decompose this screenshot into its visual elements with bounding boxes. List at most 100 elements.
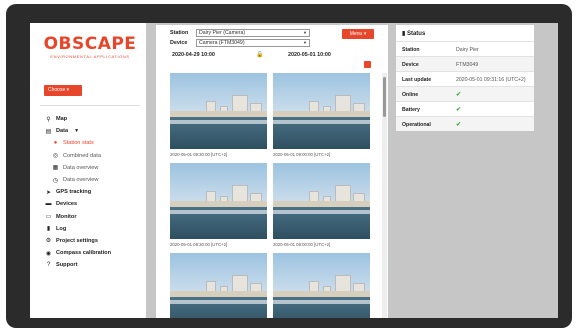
check-icon: ✔ — [456, 92, 462, 98]
logo-tagline: ENVIRONMENTAL APPLICATIONS — [50, 54, 130, 59]
thumbnail[interactable]: 2020-05-01 09:00:00 [UTC+2] — [273, 73, 370, 157]
status-row-battery: Battery ✔ — [396, 101, 534, 116]
sidebar-item-map[interactable]: ⚲ Map — [44, 113, 144, 125]
status-value: 2020-05-01 09:31:16 (UTC+2) — [456, 77, 526, 83]
camera-image[interactable] — [273, 73, 370, 149]
book-icon: ▮ — [46, 226, 51, 233]
thumbnail[interactable]: 2020-05-01 08:00:00 [UTC+2] — [273, 163, 370, 247]
sidebar-item-label: Devices — [56, 201, 78, 208]
sidebar-item-combined-data[interactable]: ◎ Combined data — [44, 150, 144, 162]
monitor-icon: ▭ — [45, 214, 52, 221]
sidebar-item-project-settings[interactable]: ⚙ Project settings — [44, 235, 144, 247]
logo-wordmark: OBSCAPE — [43, 34, 137, 54]
sidebar-item-support[interactable]: ? Support — [44, 259, 144, 271]
location-arrow-icon: ➤ — [45, 189, 52, 196]
status-panel: ▮ Status Station Dairy Pier Device FTM3049 L… — [396, 25, 534, 131]
surf — [170, 300, 267, 305]
surf — [273, 210, 370, 215]
station-select[interactable]: Dairy Pier (Camera) ▼ — [196, 29, 310, 37]
sidebar-item-data[interactable]: ▤ Data ▼ — [44, 125, 144, 137]
check-icon: ✔ — [456, 122, 462, 128]
chevron-down-icon: ▼ — [303, 40, 307, 45]
thumbnail-caption: 2020-05-01 09:00:00 [UTC+2] — [273, 152, 331, 157]
status-row-online: Online ✔ — [396, 86, 534, 101]
thumbnail-caption: 2020-05-01 08:30:00 [UTC+2] — [170, 242, 228, 247]
sidebar-item-label: Monitor — [56, 213, 77, 220]
surf — [170, 210, 267, 215]
date-to[interactable]: 2020-05-01 10:00 — [288, 52, 331, 58]
sidebar-item-data-overview[interactable]: ▦ Data overview — [44, 162, 144, 174]
status-row-device: Device FTM3049 — [396, 56, 534, 71]
sidebar-item-gps-tracking[interactable]: ➤ GPS tracking — [44, 186, 144, 198]
app-screen: OBSCAPE ENVIRONMENTAL APPLICATIONS Choos… — [30, 23, 558, 318]
camera-image[interactable] — [273, 253, 370, 318]
status-row-station: Station Dairy Pier — [396, 41, 534, 56]
sidebar-item-label: Support — [56, 262, 78, 269]
station-label: Station — [170, 30, 189, 36]
sidebar-item-station-stats[interactable]: ● Station stats — [44, 137, 144, 149]
gear-icon: ⚙ — [45, 238, 52, 245]
thumbnail[interactable]: 2020-05-01 09:30:00 [UTC+2] — [170, 73, 267, 157]
lock-icon[interactable]: 🔒 — [256, 51, 263, 58]
chart-icon: ▤ — [45, 128, 52, 135]
camera-image[interactable] — [170, 73, 267, 149]
scrollbar-thumb[interactable] — [383, 77, 386, 117]
caret-down-icon: ▼ — [74, 128, 80, 135]
scrollbar[interactable] — [382, 73, 387, 318]
device-frame: OBSCAPE ENVIRONMENTAL APPLICATIONS Choos… — [6, 4, 572, 328]
thumbnail-caption: 2020-05-01 09:30:00 [UTC+2] — [170, 152, 228, 157]
sidebar-item-compass-calibration[interactable]: ◉ Compass calibration — [44, 247, 144, 259]
help-icon: ? — [46, 262, 51, 269]
status-key: Online — [402, 92, 419, 98]
pin-icon: ● — [53, 140, 58, 147]
status-row-operational: Operational ✔ — [396, 116, 534, 131]
map-marker-icon: ⚲ — [46, 116, 51, 123]
sidebar-item-devices[interactable]: ▬ Devices — [44, 198, 144, 210]
device-label: Device — [170, 40, 188, 46]
sidebar-item-label: GPS tracking — [56, 189, 92, 196]
sidebar-item-label: Log — [56, 225, 67, 232]
status-key: Operational — [402, 122, 431, 128]
thumbnail-caption: 2020-05-01 08:00:00 [UTC+2] — [273, 242, 331, 247]
choose-project-button[interactable]: Choose ▾ — [44, 85, 82, 96]
sidebar-item-label: Combined data — [63, 152, 101, 159]
check-icon: ✔ — [456, 107, 462, 113]
chevron-down-icon: ▼ — [303, 30, 307, 35]
sidebar-item-label: Data overview — [63, 177, 99, 184]
sidebar-item-log[interactable]: ▮ Log — [44, 223, 144, 235]
thumbnail[interactable]: 2020-05-01 08:30:00 [UTC+2] — [170, 163, 267, 247]
status-title: ▮ Status — [402, 31, 426, 37]
camera-image[interactable] — [170, 163, 267, 239]
clock-icon: ◷ — [52, 177, 59, 184]
device-select[interactable]: Camera (FTM3049) ▼ — [196, 39, 310, 47]
sidebar-item-data-overview[interactable]: ◷ Data overview — [44, 174, 144, 186]
status-row-last-update: Last update 2020-05-01 09:31:16 (UTC+2) — [396, 71, 534, 86]
sidebar-item-label: Data — [56, 128, 69, 135]
status-key: Battery — [402, 107, 420, 113]
status-key: Last update — [402, 77, 432, 83]
devices-icon: ▬ — [45, 201, 52, 208]
camera-image[interactable] — [170, 253, 267, 318]
surf — [170, 120, 267, 125]
circle-icon: ◎ — [52, 153, 59, 160]
camera-image[interactable] — [273, 163, 370, 239]
sidebar-divider — [40, 105, 140, 106]
menu-button[interactable]: Menu ▾ — [342, 29, 374, 39]
refresh-button[interactable] — [364, 61, 371, 68]
status-value: Dairy Pier — [456, 47, 479, 53]
sidebar-item-label: Data overview — [63, 164, 99, 171]
sidebar-item-label: Project settings — [56, 237, 98, 244]
sidebar-item-label: Map — [56, 116, 68, 123]
sidebar: OBSCAPE ENVIRONMENTAL APPLICATIONS Choos… — [30, 23, 146, 318]
thumbnail[interactable] — [273, 253, 370, 318]
sidebar-item-label: Compass calibration — [56, 250, 112, 257]
date-from[interactable]: 2020-04-29 10:00 — [172, 52, 215, 58]
surf — [273, 300, 370, 305]
status-value: FTM3049 — [456, 62, 479, 68]
sidebar-item-monitor[interactable]: ▭ Monitor — [44, 211, 144, 223]
status-key: Station — [402, 47, 420, 53]
thumbnail[interactable] — [170, 253, 267, 318]
sidebar-item-label: Station stats — [63, 140, 94, 147]
sidebar-menu: ⚲ Map ▤ Data ▼ ● Station stats ◎ Combined data ▦ D… — [44, 113, 144, 271]
logo[interactable]: OBSCAPE ENVIRONMENTAL APPLICATIONS — [42, 35, 138, 59]
